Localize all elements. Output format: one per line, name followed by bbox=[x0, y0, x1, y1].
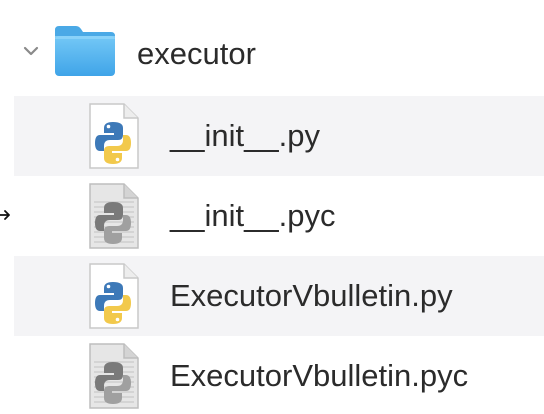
python-compiled-file-icon bbox=[89, 183, 139, 249]
folder-row-executor[interactable]: executor bbox=[0, 0, 544, 96]
python-compiled-file-icon bbox=[89, 343, 139, 409]
file-name: ExecutorVbulletin.pyc bbox=[170, 358, 469, 393]
finder-list-view: executor __init__.py __init__.pyc Execut… bbox=[0, 0, 544, 414]
python-file-icon bbox=[89, 263, 139, 329]
python-file-icon bbox=[89, 103, 139, 169]
file-row[interactable]: ExecutorVbulletin.py bbox=[14, 256, 544, 336]
folder-name: executor bbox=[137, 36, 256, 71]
chevron-down-icon[interactable] bbox=[22, 44, 40, 58]
file-row[interactable]: __init__.py bbox=[14, 96, 544, 176]
file-name: __init__.pyc bbox=[170, 198, 336, 233]
file-row[interactable]: __init__.pyc bbox=[14, 176, 544, 256]
file-name: ExecutorVbulletin.py bbox=[170, 278, 453, 313]
arrow-pointer-icon bbox=[0, 210, 10, 220]
file-row[interactable]: ExecutorVbulletin.pyc bbox=[14, 336, 544, 414]
folder-icon bbox=[55, 26, 115, 76]
file-name: __init__.py bbox=[170, 118, 320, 153]
